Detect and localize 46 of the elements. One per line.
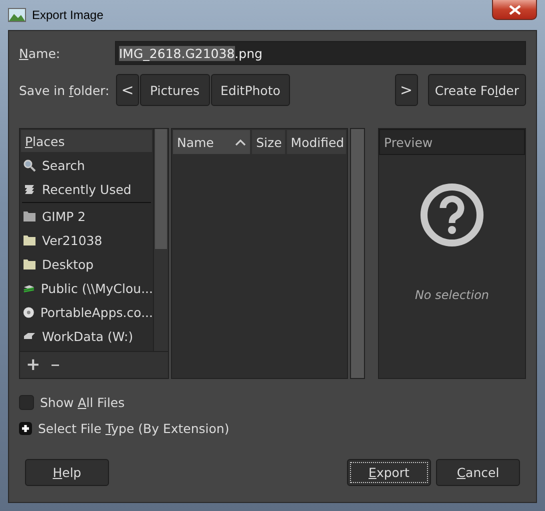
stack-icon [23,182,36,196]
path-button[interactable]: EditPhoto [210,74,290,106]
places-item[interactable]: Public (\\MyClou... [20,276,153,300]
path-button[interactable]: Pictures [140,74,210,106]
folder-icon [23,210,36,222]
dialog-button[interactable]: Export [347,459,431,486]
drive-icon [23,331,36,341]
window-title: Export Image [32,8,104,22]
sort-caret-icon [235,138,246,146]
preview-message: No selection [414,288,490,302]
dialog-button[interactable]: Cancel [436,459,520,486]
question-icon [419,182,485,248]
column-header[interactable]: Name [173,130,250,154]
places-item[interactable]: Search [20,153,153,177]
folder-label: Save in folder: [19,82,110,98]
places-item[interactable]: GIMP 2 [20,204,153,228]
places-item[interactable]: Recently Used [20,177,153,201]
places-item[interactable]: Ver21038 [20,228,153,252]
image-icon [8,8,26,22]
places-item[interactable]: WorkData (W:) [20,324,153,348]
option-label[interactable]: Select File Type (By Extension) [38,421,230,436]
remove-place-button[interactable]: − [47,358,64,372]
close-icon [508,4,520,14]
forward-button[interactable]: > [394,74,418,106]
scrollbar-thumb[interactable] [155,129,167,249]
places-item[interactable]: PortableApps.co... [20,300,153,324]
folder-icon [23,258,36,270]
scrollbar[interactable] [350,128,365,379]
expand-icon[interactable] [19,422,32,435]
dialog-button[interactable]: Help [25,459,109,486]
column-header[interactable]: Modified [286,130,346,154]
option-label[interactable]: Show All Files [40,395,125,410]
name-field[interactable]: IMG_2618.G21038.png [115,41,526,65]
search-icon [23,158,36,172]
back-button[interactable]: < [116,74,139,106]
column-header[interactable]: Size [252,130,285,154]
add-place-button[interactable]: + [23,355,44,375]
places-item[interactable]: Desktop [20,252,153,276]
folder-icon [23,234,36,246]
disc-icon [23,306,34,318]
create-folder-button[interactable]: Create Folder [428,74,526,106]
name-label: Name: [19,46,62,60]
checkbox[interactable] [19,395,34,410]
places-header[interactable]: Places [21,130,152,152]
close-button[interactable] [492,0,537,20]
preview-header: Preview [379,129,525,155]
